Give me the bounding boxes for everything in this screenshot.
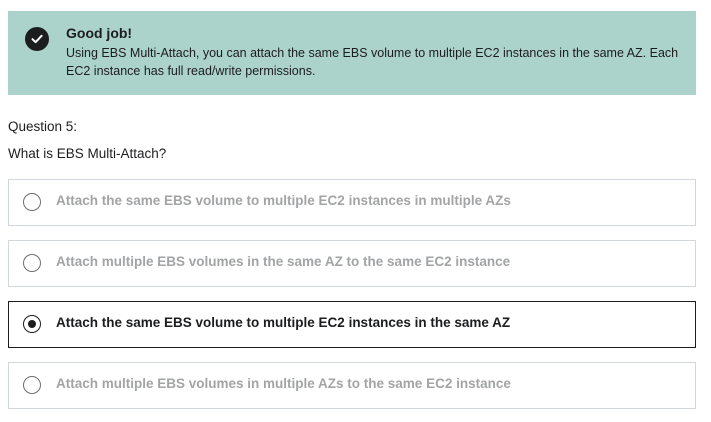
answer-option-2[interactable]: Attach multiple EBS volumes in the same … bbox=[8, 240, 696, 287]
answer-option-label: Attach multiple EBS volumes in the same … bbox=[56, 254, 511, 269]
answer-option-label: Attach the same EBS volume to multiple E… bbox=[56, 193, 511, 208]
question-prompt: What is EBS Multi-Attach? bbox=[8, 146, 167, 161]
answer-option-label: Attach multiple EBS volumes in multiple … bbox=[56, 376, 511, 391]
radio-button[interactable] bbox=[23, 193, 41, 211]
radio-button[interactable] bbox=[23, 254, 41, 272]
answer-option-1[interactable]: Attach the same EBS volume to multiple E… bbox=[8, 179, 696, 226]
radio-button[interactable] bbox=[23, 376, 41, 394]
radio-selected-dot bbox=[27, 319, 36, 328]
answer-option-label: Attach the same EBS volume to multiple E… bbox=[56, 315, 511, 330]
alert-title: Good job! bbox=[66, 25, 133, 41]
check-circle-icon bbox=[25, 27, 49, 51]
radio-button-selected[interactable] bbox=[23, 315, 41, 333]
question-number: Question 5: bbox=[8, 119, 78, 134]
answer-option-4[interactable]: Attach multiple EBS volumes in multiple … bbox=[8, 362, 696, 409]
answer-option-3[interactable]: Attach the same EBS volume to multiple E… bbox=[8, 301, 696, 348]
success-alert: Good job! Using EBS Multi-Attach, you ca… bbox=[8, 11, 696, 95]
alert-explanation: Using EBS Multi-Attach, you can attach t… bbox=[66, 46, 679, 78]
